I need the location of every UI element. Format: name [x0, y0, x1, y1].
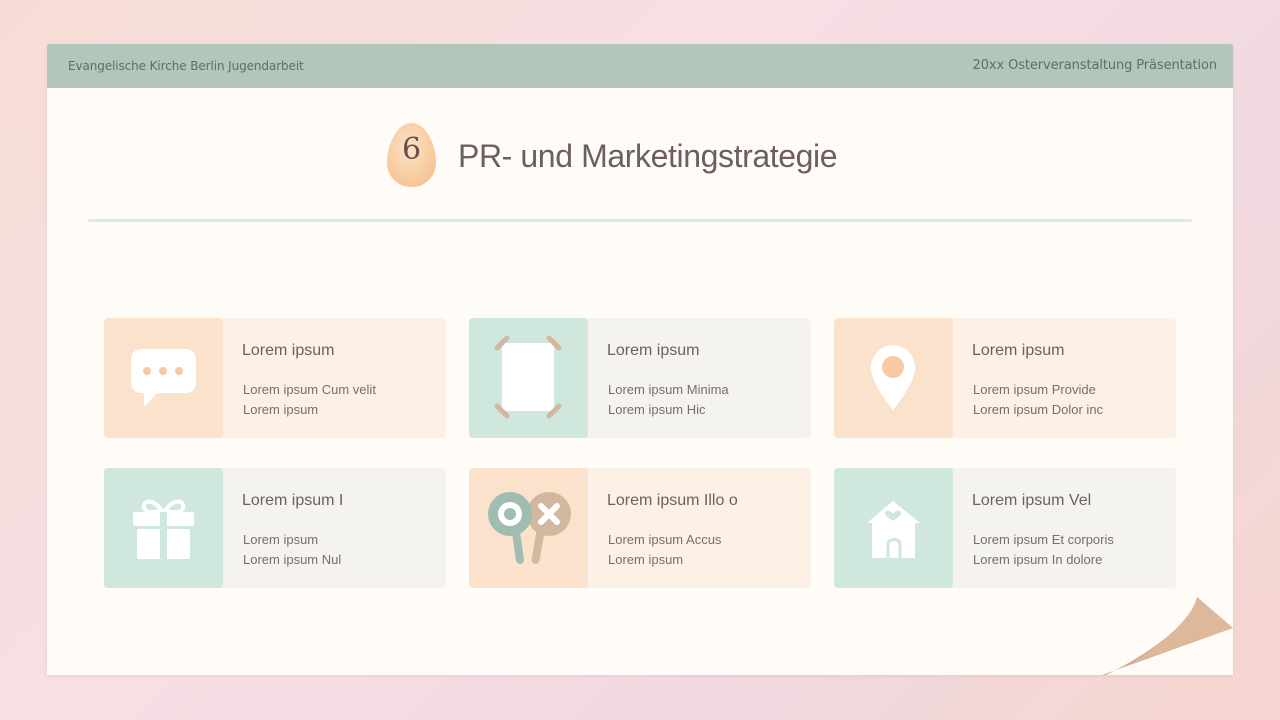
chat-bubble-icon [131, 349, 196, 407]
gift-box-icon [133, 499, 194, 559]
location-pin-icon [871, 345, 915, 410]
card-6-line-2: Lorem ipsum In dolore [973, 552, 1103, 567]
page-title: PR- und Marketingstrategie [458, 138, 838, 174]
card-6-title: Lorem ipsum Vel [972, 492, 1092, 509]
house-icon [867, 501, 920, 558]
card-5-title: Lorem ipsum Illo o [607, 492, 738, 509]
card-3-icon-box [834, 318, 953, 438]
card-4-title: Lorem ipsum I [242, 492, 344, 509]
slide-paper: Evangelische Kirche Berlin Jugendarbeit … [47, 44, 1233, 675]
card-2-title: Lorem ipsum [607, 342, 700, 359]
card-4-line-1: Lorem ipsum [243, 532, 319, 547]
header-bar: Evangelische Kirche Berlin Jugendarbeit … [47, 44, 1233, 88]
card-1-line-1: Lorem ipsum Cum velit [243, 382, 376, 397]
section-number: 6 [401, 132, 422, 167]
card-2-line-2: Lorem ipsum Hic [608, 402, 706, 417]
card-1-line-2: Lorem ipsum [243, 402, 319, 417]
card-3-line-1: Lorem ipsum Provide [973, 382, 1096, 397]
card-6-line-1: Lorem ipsum Et corporis [973, 532, 1114, 547]
card-2-icon-box [469, 318, 588, 438]
photo-frame-icon [494, 335, 562, 419]
card-6-icon-box [834, 468, 953, 588]
card-4: Lorem ipsum I Lorem ipsum Lorem ipsum Nu… [104, 468, 446, 588]
card-5-line-2: Lorem ipsum [608, 552, 684, 567]
card-5: Lorem ipsum Illo o Lorem ipsum Accus Lor… [469, 468, 811, 588]
page-corner-fold [1102, 597, 1233, 675]
card-3-line-2: Lorem ipsum Dolor inc [973, 402, 1104, 417]
card-4-icon-box [104, 468, 223, 588]
presentation-title: 20xx Osterveranstaltung Präsentation [972, 58, 1218, 73]
card-2: Lorem ipsum Lorem ipsum Minima Lorem ips… [469, 318, 811, 438]
card-1-icon-box [104, 318, 223, 438]
card-1: Lorem ipsum Lorem ipsum Cum velit Lorem … [104, 318, 446, 438]
organization-label: Evangelische Kirche Berlin Jugendarbeit [68, 59, 304, 73]
card-3-title: Lorem ipsum [972, 342, 1065, 359]
card-4-line-2: Lorem ipsum Nul [243, 552, 342, 567]
card-2-line-1: Lorem ipsum Minima [608, 382, 729, 397]
card-1-title: Lorem ipsum [242, 342, 335, 359]
card-5-line-1: Lorem ipsum Accus [608, 532, 722, 547]
card-5-icon-box [469, 468, 588, 588]
tic-tac-toe-paddles-icon [488, 492, 571, 564]
card-3: Lorem ipsum Lorem ipsum Provide Lorem ip… [834, 318, 1176, 438]
title-divider [88, 219, 1192, 222]
card-6: Lorem ipsum Vel Lorem ipsum Et corporis … [834, 468, 1176, 588]
